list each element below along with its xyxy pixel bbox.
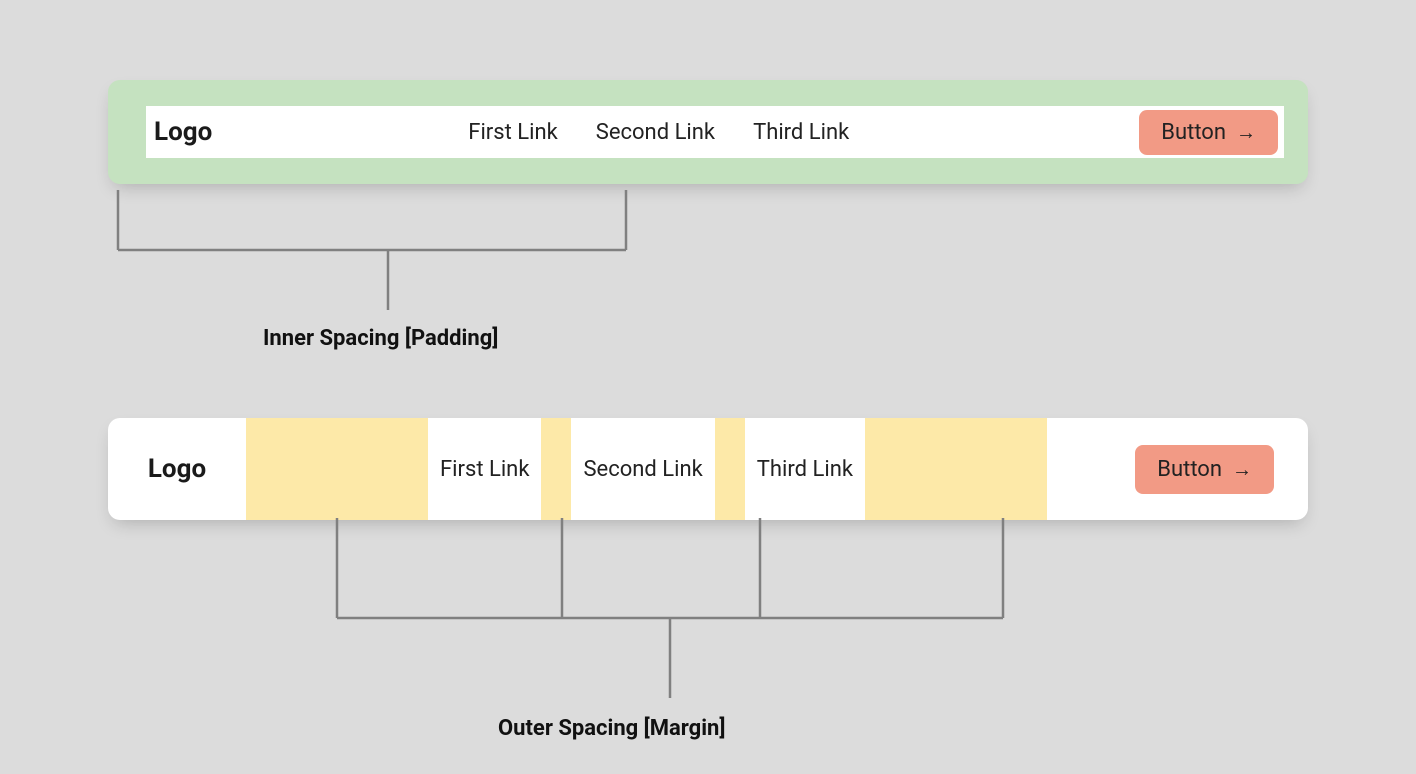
margin-highlight <box>865 418 1047 520</box>
cta-button[interactable]: Button → <box>1139 110 1278 155</box>
nav-link[interactable]: First Link <box>428 418 541 520</box>
nav-link[interactable]: Third Link <box>745 418 865 520</box>
annotation-padding: Inner Spacing [Padding] <box>108 190 1308 370</box>
nav-link[interactable]: Second Link <box>596 120 715 145</box>
nav-link[interactable]: First Link <box>468 120 557 145</box>
arrow-right-icon: → <box>1232 459 1252 479</box>
nav-links: First Link Second Link Third Link <box>468 120 849 145</box>
navbar-padding-example: Logo First Link Second Link Third Link B… <box>108 80 1308 184</box>
margin-highlight <box>541 418 571 520</box>
logo: Logo <box>154 117 238 147</box>
logo: Logo <box>108 418 246 520</box>
padding-highlight-right <box>1284 80 1308 184</box>
annotation-margin: Outer Spacing [Margin] <box>108 518 1308 762</box>
button-label: Button <box>1157 457 1222 482</box>
nav-link[interactable]: Second Link <box>571 418 714 520</box>
cta-button[interactable]: Button → <box>1135 445 1274 494</box>
margin-highlight <box>715 418 745 520</box>
arrow-right-icon: → <box>1236 122 1256 142</box>
navbar-content-box: Logo First Link Second Link Third Link B… <box>146 106 1284 158</box>
button-label: Button <box>1161 120 1226 145</box>
annotation-label-margin: Outer Spacing [Margin] <box>498 716 725 741</box>
navbar-margin-example: Logo First Link Second Link Third Link B… <box>108 418 1308 520</box>
nav-link[interactable]: Third Link <box>753 120 849 145</box>
margin-highlight <box>246 418 428 520</box>
annotation-label-padding: Inner Spacing [Padding] <box>263 326 498 351</box>
